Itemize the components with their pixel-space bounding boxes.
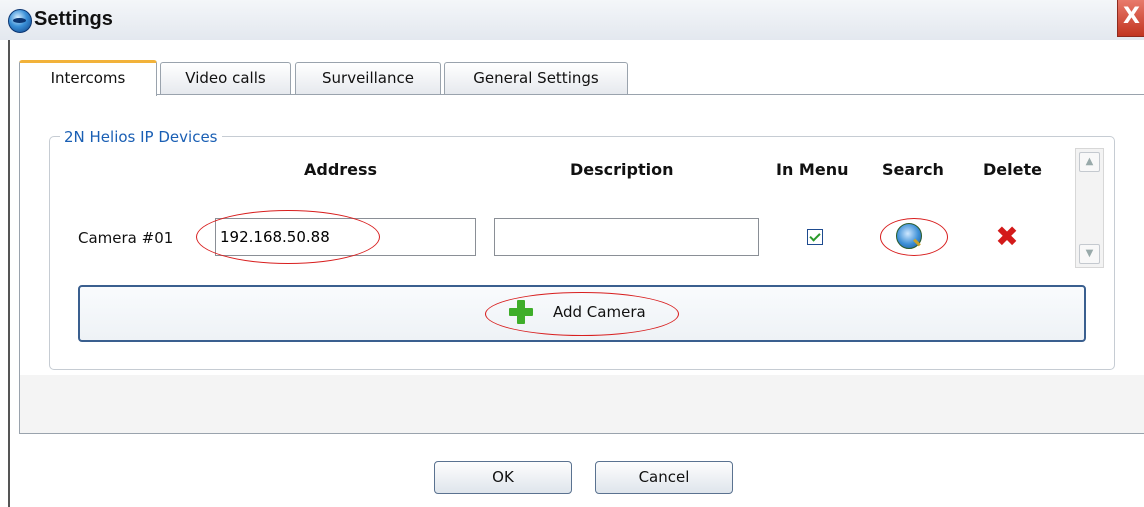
scroll-up-icon[interactable]: ▲: [1079, 152, 1100, 172]
close-button[interactable]: X: [1117, 0, 1144, 37]
window-title: Settings: [34, 8, 113, 30]
vertical-scrollbar[interactable]: ▲ ▼: [1075, 148, 1104, 268]
groupbox-legend: 2N Helios IP Devices: [60, 128, 222, 146]
title-bar: Settings X: [0, 0, 1144, 40]
column-header-in-menu: In Menu: [776, 160, 849, 179]
delete-x-icon[interactable]: ✖: [992, 222, 1022, 252]
address-highlight: [196, 210, 380, 264]
app-logo-icon: [8, 9, 32, 33]
camera-row-label: Camera #01: [78, 229, 174, 247]
tab-video-calls[interactable]: Video calls: [160, 62, 291, 94]
column-header-description: Description: [570, 160, 674, 179]
tab-surveillance[interactable]: Surveillance: [295, 62, 441, 94]
scroll-down-icon[interactable]: ▼: [1079, 244, 1100, 264]
tab-general-settings[interactable]: General Settings: [444, 62, 628, 94]
column-header-address: Address: [304, 160, 378, 179]
description-input[interactable]: [494, 218, 759, 256]
tab-intercoms[interactable]: Intercoms: [19, 60, 157, 96]
window-border: [8, 40, 10, 507]
in-menu-checkbox[interactable]: [807, 229, 823, 245]
search-highlight: [880, 218, 948, 256]
cancel-button[interactable]: Cancel: [595, 461, 733, 494]
ok-button[interactable]: OK: [434, 461, 572, 494]
column-header-delete: Delete: [983, 160, 1042, 179]
add-camera-highlight: [485, 292, 679, 336]
column-header-search: Search: [882, 160, 944, 179]
